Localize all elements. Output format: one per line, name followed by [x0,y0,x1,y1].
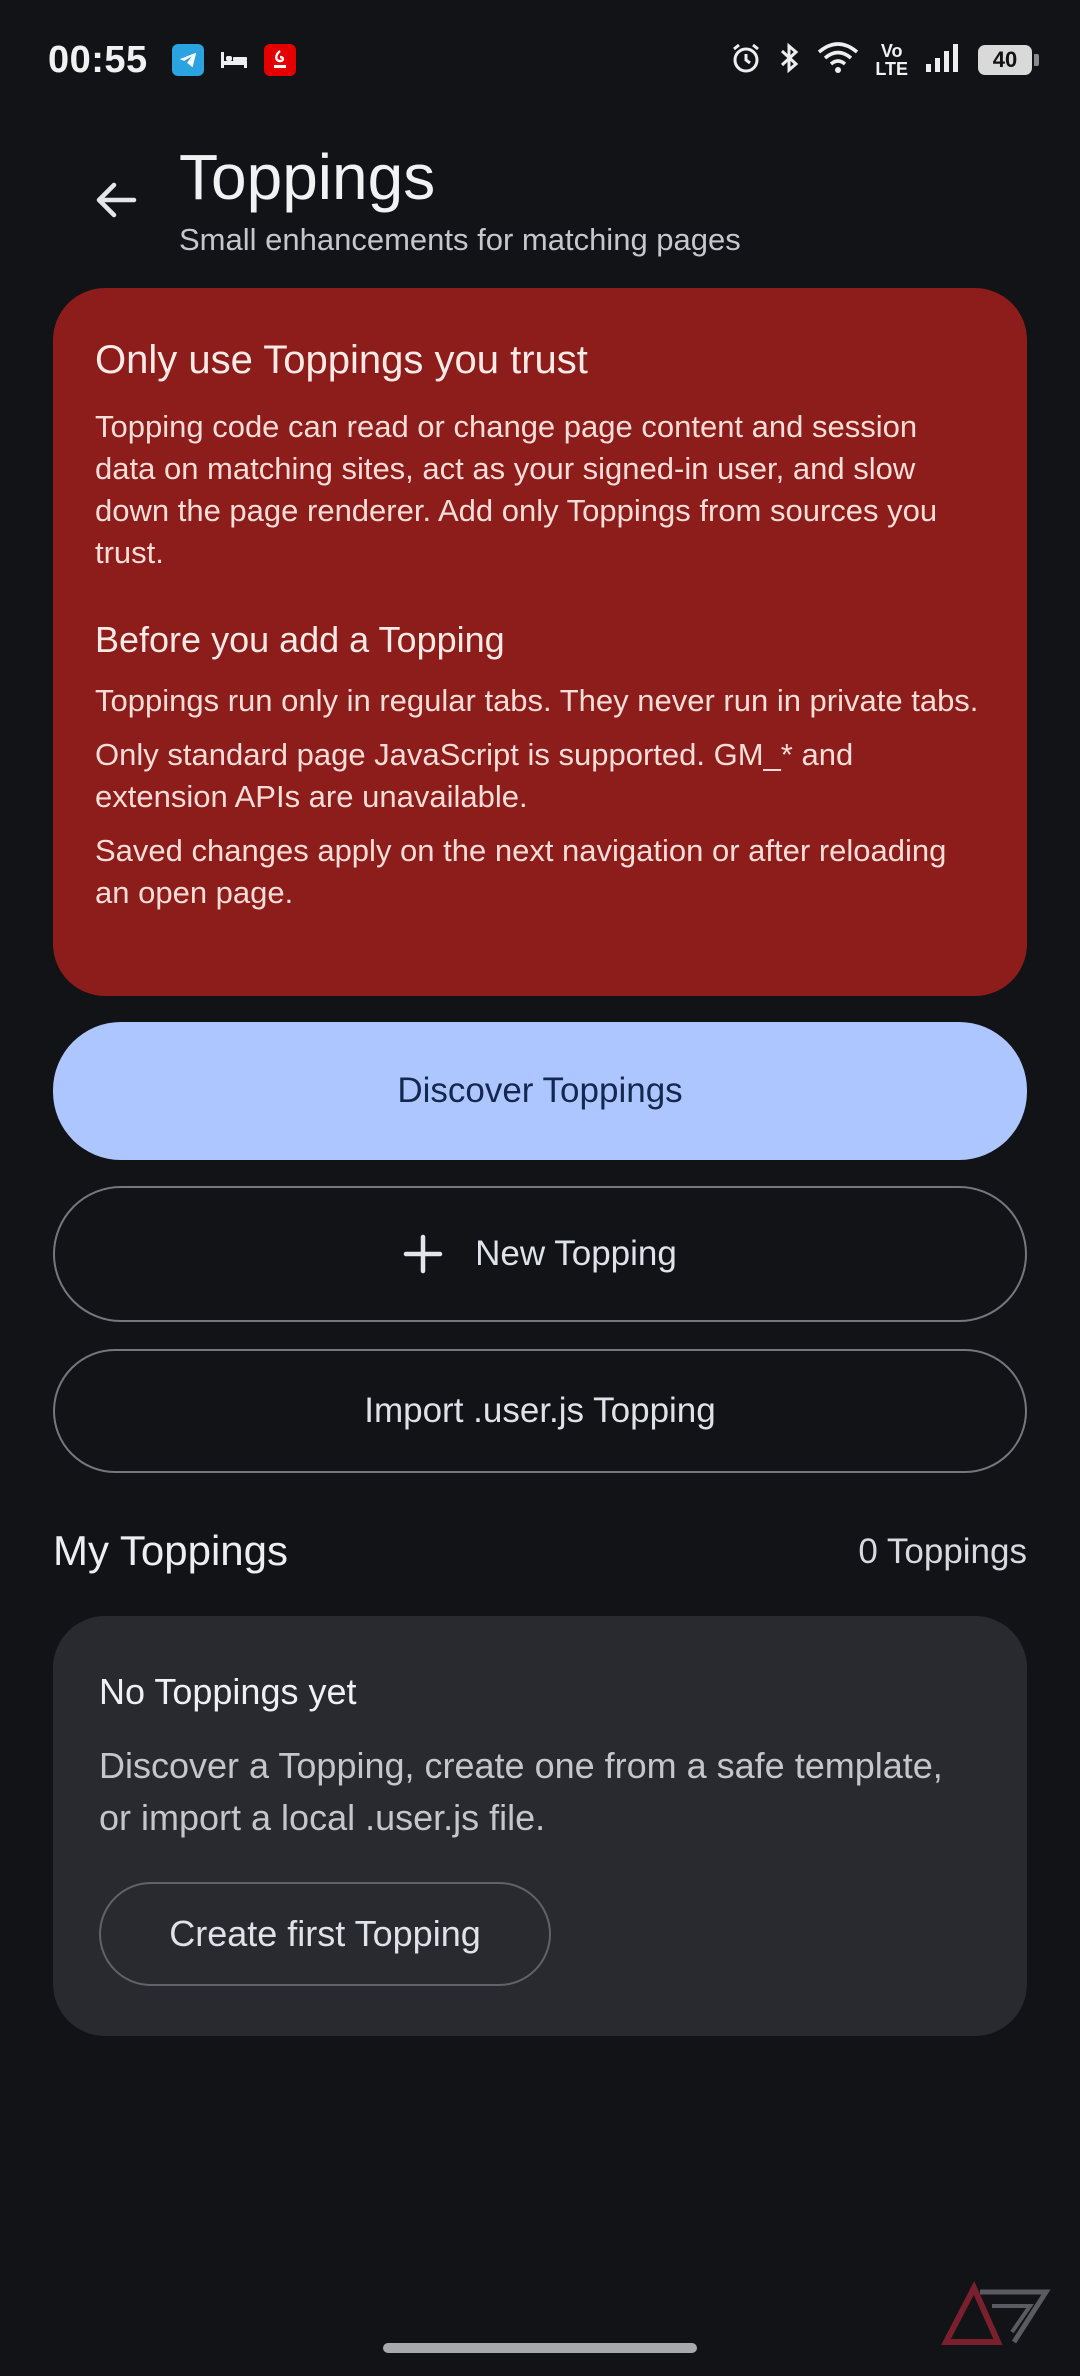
import-userjs-label: Import .user.js Topping [364,1391,716,1430]
warning-title: Only use Toppings you trust [95,338,588,382]
back-button[interactable] [80,164,152,236]
warning-subtitle: Before you add a Topping [95,619,505,660]
volte-top: Vo [880,41,903,61]
bluetooth-icon [779,41,801,80]
bed-icon [218,44,250,76]
home-indicator[interactable] [383,2343,697,2353]
empty-state-card: No Toppings yet Discover a Topping, crea… [53,1616,1027,2036]
toppings-count: 0 Toppings [858,1532,1027,1571]
create-first-topping-button[interactable]: Create first Topping [99,1882,551,1986]
toppings-screen: 00:55 Vo LTE 40 Toppings Small enhanceme… [0,0,1080,2376]
warning-item-private-tabs: Toppings run only in regular tabs. They … [95,683,979,718]
signal-icon [924,42,962,79]
new-topping-label: New Topping [475,1234,677,1273]
telegram-icon [171,44,204,76]
new-topping-button[interactable]: New Topping [53,1186,1027,1322]
wifi-icon [817,41,859,79]
create-first-topping-label: Create first Topping [169,1913,481,1954]
volte-indicator: Vo LTE [875,42,908,78]
my-toppings-heading: My Toppings [53,1527,289,1574]
page-title: Toppings [179,141,436,213]
status-right: Vo LTE 40 [729,41,1039,80]
status-time: 00:55 [48,38,148,81]
alarm-icon [729,41,763,80]
empty-state-title: No Toppings yet [99,1671,357,1712]
battery-icon: 40 [978,45,1039,75]
page-subtitle: Small enhancements for matching pages [179,222,741,257]
plus-icon [403,1234,443,1274]
discover-toppings-label: Discover Toppings [397,1071,683,1110]
app-header: Toppings Small enhancements for matching… [0,140,1080,270]
battery-level: 40 [992,47,1018,72]
warning-item-javascript: Only standard page JavaScript is support… [95,737,854,814]
status-left: 00:55 [48,39,296,82]
import-userjs-button[interactable]: Import .user.js Topping [53,1349,1027,1473]
watermark-logo-icon [941,2281,1051,2345]
arrow-left-icon [96,182,137,218]
airtel-icon [263,44,296,76]
warning-body: Topping code can read or change page con… [95,409,938,570]
empty-state-body: Discover a Topping, create one from a sa… [99,1745,943,1838]
status-bar: 00:55 Vo LTE 40 [0,0,1080,120]
trust-warning-card: Only use Toppings you trust Topping code… [53,288,1027,996]
warning-item-saved-changes: Saved changes apply on the next navigati… [95,833,947,910]
discover-toppings-button[interactable]: Discover Toppings [53,1022,1027,1160]
volte-bottom: LTE [875,59,908,79]
